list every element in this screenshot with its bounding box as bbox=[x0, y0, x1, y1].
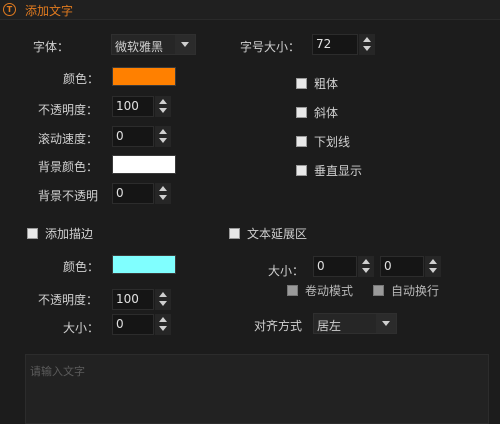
arrow-down-icon[interactable] bbox=[159, 195, 167, 200]
auto-wrap-checkbox[interactable] bbox=[373, 285, 384, 296]
opacity-stepper[interactable]: 100 bbox=[112, 96, 172, 117]
font-size-input[interactable]: 72 bbox=[312, 34, 358, 55]
stroke-size-label: 大小： bbox=[63, 321, 100, 335]
ext-width-input[interactable]: 0 bbox=[313, 256, 357, 277]
bg-opacity-label: 背景不透明 bbox=[38, 189, 99, 203]
arrow-down-icon[interactable] bbox=[362, 268, 370, 273]
spin-buttons[interactable] bbox=[155, 126, 171, 147]
ext-width-stepper[interactable]: 0 bbox=[313, 256, 375, 277]
bg-color-swatch[interactable] bbox=[112, 155, 176, 174]
bg-opacity-stepper[interactable]: 0 bbox=[112, 183, 172, 204]
vertical-checkbox[interactable] bbox=[296, 165, 307, 176]
arrow-up-icon[interactable] bbox=[159, 292, 167, 297]
text-input-area[interactable]: 请输入文字 bbox=[25, 354, 489, 424]
title-bar: T 添加文字 bbox=[0, 0, 500, 20]
arrow-down-icon[interactable] bbox=[159, 301, 167, 306]
opacity-input[interactable]: 100 bbox=[112, 96, 154, 117]
text-input-placeholder: 请输入文字 bbox=[30, 365, 85, 378]
align-select[interactable]: 居左 bbox=[313, 313, 397, 334]
stroke-opacity-stepper[interactable]: 100 bbox=[112, 289, 172, 310]
arrow-up-icon[interactable] bbox=[429, 259, 437, 264]
arrow-down-icon[interactable] bbox=[363, 46, 371, 51]
scroll-speed-label: 滚动速度： bbox=[38, 132, 99, 146]
vertical-label: 垂直显示 bbox=[314, 164, 363, 178]
chevron-down-icon[interactable] bbox=[376, 314, 396, 333]
chevron-down-icon[interactable] bbox=[175, 35, 195, 54]
font-label: 字体： bbox=[33, 40, 70, 54]
arrow-down-icon[interactable] bbox=[159, 138, 167, 143]
text-t-icon: T bbox=[3, 3, 16, 16]
italic-checkbox[interactable] bbox=[296, 107, 307, 118]
spin-buttons[interactable] bbox=[155, 289, 171, 310]
spin-buttons[interactable] bbox=[155, 96, 171, 117]
ext-height-input[interactable]: 0 bbox=[380, 256, 424, 277]
underline-checkbox[interactable] bbox=[296, 136, 307, 147]
text-extension-label: 文本延展区 bbox=[247, 227, 308, 241]
scroll-mode-checkbox[interactable] bbox=[287, 285, 298, 296]
opacity-label: 不透明度： bbox=[38, 103, 99, 117]
font-size-stepper[interactable]: 72 bbox=[312, 34, 376, 55]
bold-label: 粗体 bbox=[314, 77, 339, 91]
stroke-checkbox-label: 添加描边 bbox=[45, 227, 94, 241]
spin-buttons[interactable] bbox=[155, 314, 171, 335]
auto-wrap-label: 自动换行 bbox=[391, 284, 440, 298]
scroll-mode-label: 卷动模式 bbox=[305, 284, 354, 298]
dialog-title: 添加文字 bbox=[25, 4, 74, 18]
stroke-checkbox[interactable] bbox=[27, 228, 38, 239]
align-label: 对齐方式 bbox=[254, 319, 303, 333]
scroll-speed-input[interactable]: 0 bbox=[112, 126, 154, 147]
arrow-up-icon[interactable] bbox=[159, 129, 167, 134]
font-size-label: 字号大小： bbox=[240, 40, 301, 54]
stroke-opacity-input[interactable]: 100 bbox=[112, 289, 154, 310]
arrow-down-icon[interactable] bbox=[159, 326, 167, 331]
align-value: 居左 bbox=[317, 319, 342, 333]
bg-color-label: 背景颜色： bbox=[38, 160, 99, 174]
arrow-up-icon[interactable] bbox=[159, 99, 167, 104]
ext-height-stepper[interactable]: 0 bbox=[380, 256, 442, 277]
bold-checkbox[interactable] bbox=[296, 78, 307, 89]
stroke-size-stepper[interactable]: 0 bbox=[112, 314, 172, 335]
underline-label: 下划线 bbox=[314, 135, 351, 149]
stroke-color-swatch[interactable] bbox=[112, 255, 176, 274]
text-extension-checkbox[interactable] bbox=[229, 228, 240, 239]
font-value: 微软雅黑 bbox=[115, 40, 164, 54]
stroke-size-input[interactable]: 0 bbox=[112, 314, 154, 335]
italic-label: 斜体 bbox=[314, 106, 339, 120]
stroke-color-label: 颜色： bbox=[63, 260, 100, 274]
scroll-speed-stepper[interactable]: 0 bbox=[112, 126, 172, 147]
stroke-opacity-label: 不透明度： bbox=[38, 293, 99, 307]
spin-buttons[interactable] bbox=[155, 183, 171, 204]
arrow-down-icon[interactable] bbox=[429, 268, 437, 273]
arrow-up-icon[interactable] bbox=[159, 317, 167, 322]
spin-buttons[interactable] bbox=[358, 256, 374, 277]
ext-size-label: 大小： bbox=[268, 264, 305, 278]
arrow-down-icon[interactable] bbox=[159, 108, 167, 113]
font-select[interactable]: 微软雅黑 bbox=[111, 34, 196, 55]
color-swatch[interactable] bbox=[112, 67, 176, 86]
arrow-up-icon[interactable] bbox=[159, 186, 167, 191]
bg-opacity-input[interactable]: 0 bbox=[112, 183, 154, 204]
spin-buttons[interactable] bbox=[359, 34, 375, 55]
arrow-up-icon[interactable] bbox=[362, 259, 370, 264]
arrow-up-icon[interactable] bbox=[363, 37, 371, 42]
spin-buttons[interactable] bbox=[425, 256, 441, 277]
color-label: 颜色： bbox=[63, 72, 100, 86]
